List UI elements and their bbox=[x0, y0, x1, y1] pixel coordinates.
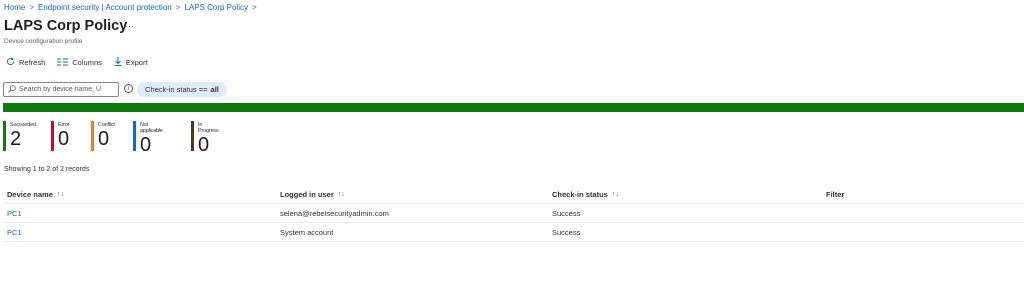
device-name-link[interactable]: PC1 bbox=[7, 204, 22, 222]
checkin-status: Success bbox=[552, 227, 581, 237]
stat-label: In Progress bbox=[198, 122, 219, 134]
table-row: PC1 System account Success bbox=[3, 223, 1024, 242]
column-header-filter: Filter bbox=[826, 190, 845, 199]
column-header-checkin-status[interactable]: Check-in status ↑↓ bbox=[552, 186, 619, 203]
breadcrumb-home[interactable]: Home bbox=[4, 3, 25, 12]
stat-value: 0 bbox=[98, 128, 110, 150]
stat-conflict[interactable]: Conflict 0 bbox=[91, 121, 115, 151]
more-options-button[interactable]: ··· bbox=[125, 21, 134, 31]
stat-value: 0 bbox=[140, 134, 152, 156]
sort-icon: ↑↓ bbox=[56, 191, 64, 198]
export-button[interactable]: Export bbox=[114, 57, 148, 68]
stat-value: 0 bbox=[198, 134, 210, 156]
device-name-link[interactable]: PC1 bbox=[7, 223, 22, 241]
export-label: Export bbox=[125, 58, 148, 67]
download-icon bbox=[114, 57, 122, 68]
search-box[interactable] bbox=[3, 82, 119, 97]
column-header-logged-in-user[interactable]: Logged in user ↑↓ bbox=[280, 186, 345, 203]
columns-label: Columns bbox=[72, 58, 102, 67]
filter-value: all bbox=[210, 85, 219, 94]
stat-label: Not applicable bbox=[140, 122, 163, 134]
breadcrumb-account-protection[interactable]: Endpoint security | Account protection bbox=[38, 3, 172, 12]
refresh-button[interactable]: Refresh bbox=[6, 57, 45, 68]
search-input[interactable] bbox=[19, 86, 115, 93]
devices-table: Device name ↑↓ Logged in user ↑↓ Check-i… bbox=[3, 186, 1024, 242]
refresh-label: Refresh bbox=[19, 58, 46, 67]
columns-button[interactable]: Columns bbox=[57, 58, 102, 68]
page-title: LAPS Corp Policy bbox=[4, 18, 128, 34]
column-header-device-name[interactable]: Device name ↑↓ bbox=[7, 186, 64, 203]
sort-icon: ↑↓ bbox=[611, 191, 619, 198]
chevron-right-icon: > bbox=[29, 3, 35, 12]
sort-icon: ↑↓ bbox=[337, 191, 345, 198]
chevron-right-icon: > bbox=[175, 3, 181, 12]
stat-error[interactable]: Error 0 bbox=[51, 121, 69, 151]
columns-icon bbox=[57, 58, 69, 68]
page-subtitle: Device configuration profile bbox=[4, 38, 83, 45]
table-header: Device name ↑↓ Logged in user ↑↓ Check-i… bbox=[3, 186, 1024, 204]
refresh-icon bbox=[6, 57, 15, 68]
breadcrumb-policy[interactable]: LAPS Corp Policy bbox=[184, 3, 248, 12]
search-icon bbox=[8, 84, 16, 95]
checkin-status: Success bbox=[552, 208, 581, 218]
stat-in-progress[interactable]: In Progress 0 bbox=[191, 121, 219, 155]
stat-not-applicable[interactable]: Not applicable 0 bbox=[133, 121, 163, 155]
chevron-right-icon: > bbox=[252, 3, 257, 12]
table-row: PC1 selena@rebelsecurityadmin.com Succes… bbox=[3, 204, 1024, 223]
logged-in-user: System account bbox=[280, 227, 334, 237]
filter-prefix: Check-in status == bbox=[145, 85, 208, 94]
stat-value: 0 bbox=[58, 128, 70, 150]
breadcrumb: Home > Endpoint security | Account prote… bbox=[4, 3, 257, 12]
status-progress-bar bbox=[3, 103, 1024, 112]
toolbar: Refresh Columns Export bbox=[6, 57, 148, 68]
checkin-status-filter[interactable]: Check-in status == all bbox=[137, 82, 227, 97]
records-count: Showing 1 to 2 of 2 records bbox=[4, 166, 90, 173]
stat-value: 2 bbox=[10, 128, 22, 150]
info-icon[interactable]: i bbox=[124, 84, 133, 93]
stat-succeeded[interactable]: Succeeded 2 bbox=[3, 121, 36, 151]
logged-in-user: selena@rebelsecurityadmin.com bbox=[280, 208, 389, 218]
